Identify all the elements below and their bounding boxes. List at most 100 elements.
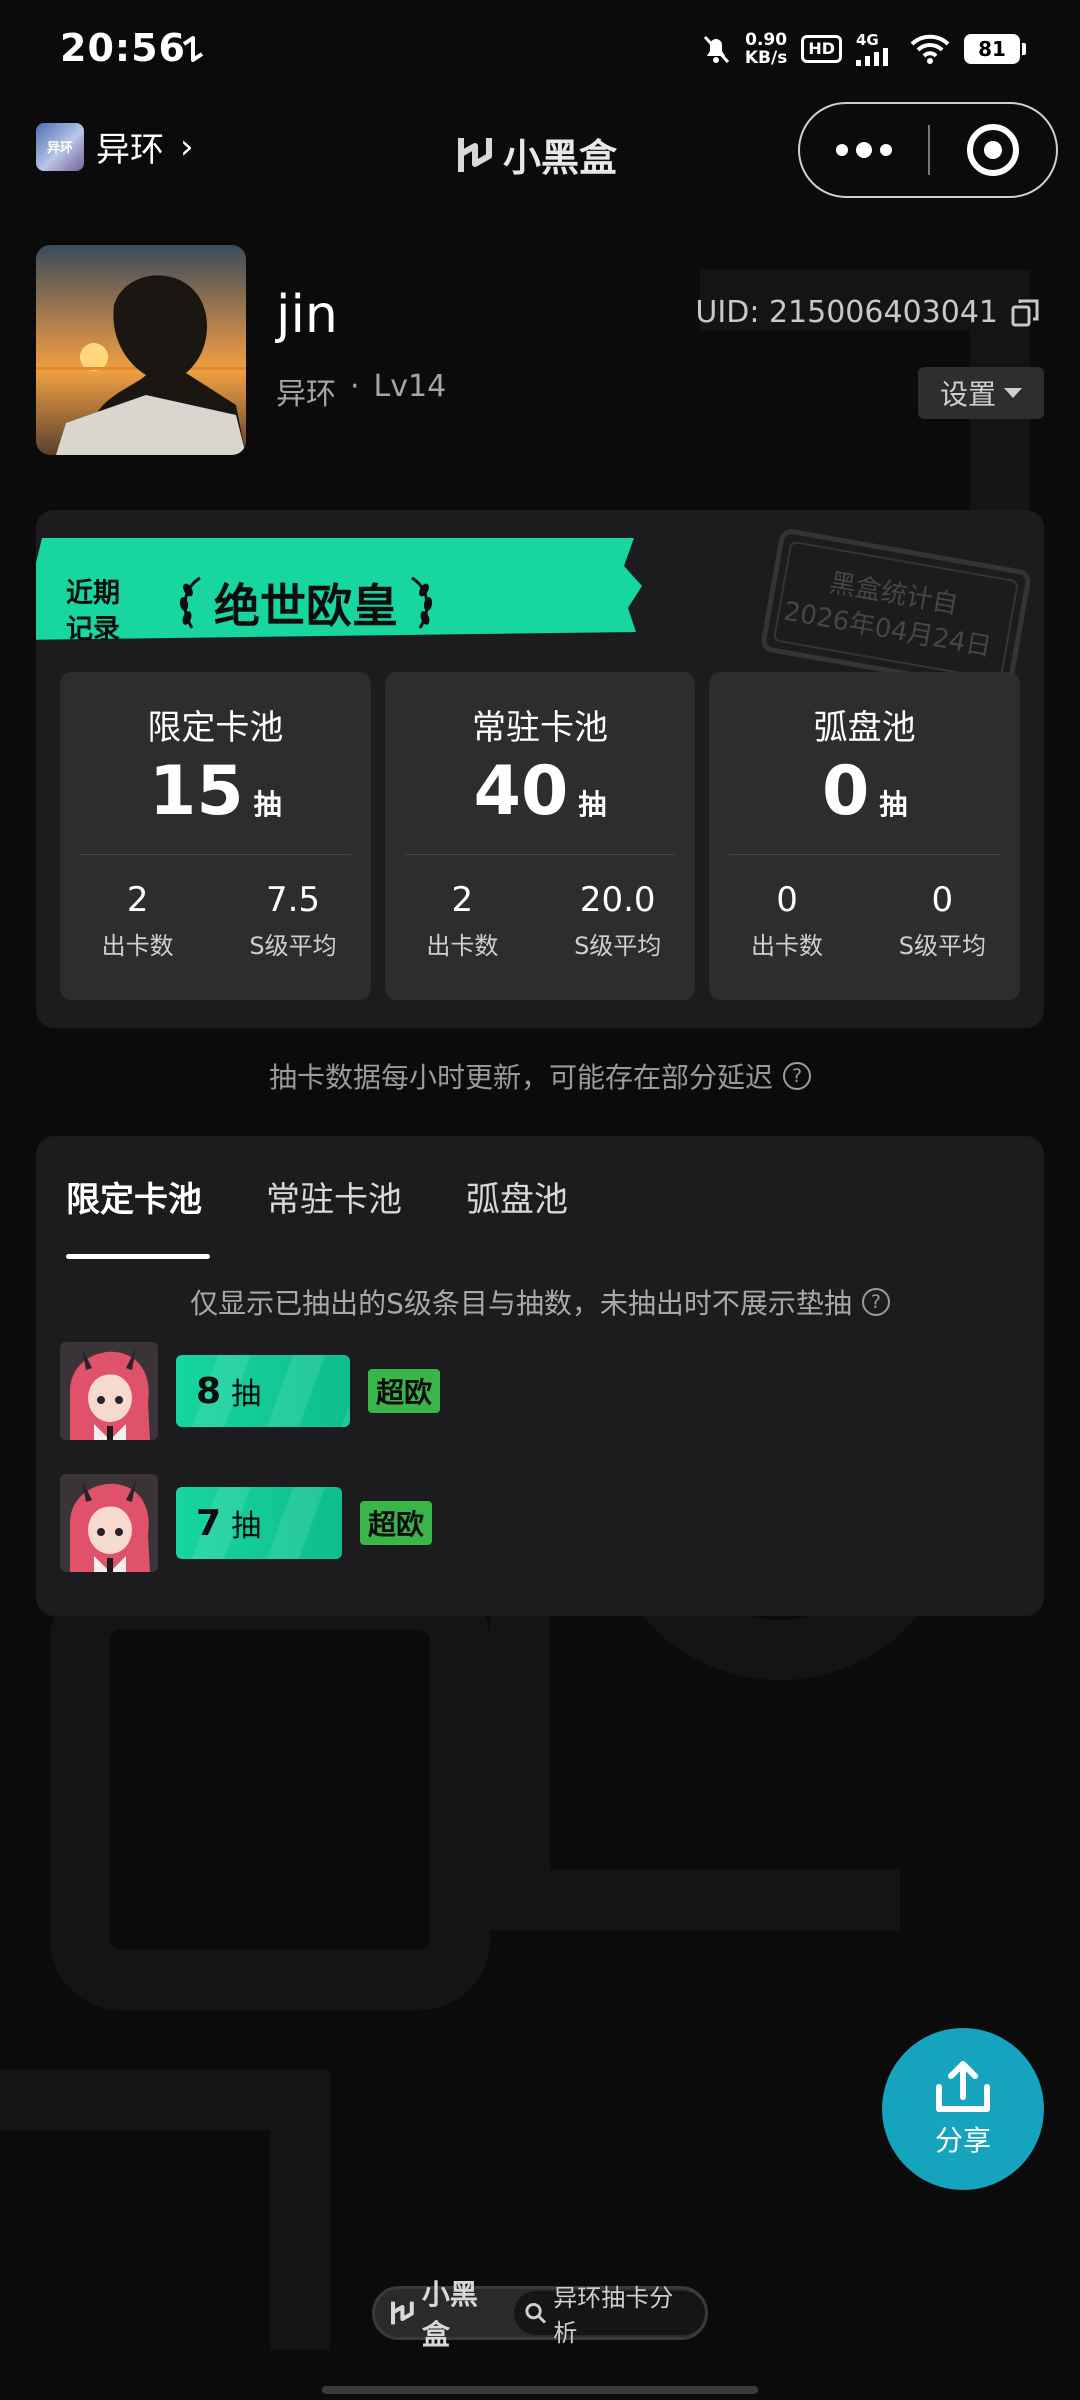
avg-label: S级平均 <box>574 932 662 960</box>
update-notice: 抽卡数据每小时更新，可能存在部分延迟 ? <box>0 1056 1080 1096</box>
pull-count-unit: 抽 <box>231 1377 262 1412</box>
uid-display: UID: 215006403041 <box>695 295 1040 330</box>
game-switcher[interactable]: 异环 异环 › <box>36 122 194 171</box>
avatar[interactable] <box>36 245 246 455</box>
cards-value: 2 <box>126 880 149 920</box>
speed-value: 0.90 <box>745 30 788 50</box>
miniprogram-capsule <box>798 102 1058 198</box>
search-icon <box>525 2302 547 2324</box>
ribbon-label: 近期 记录 <box>66 576 120 648</box>
app-logo-text: 小黑盒 <box>503 136 618 180</box>
share-label: 分享 <box>934 2124 991 2157</box>
laurel-left-icon <box>179 576 201 629</box>
copy-icon[interactable] <box>1010 298 1040 328</box>
cards-label: 出卡数 <box>426 932 499 960</box>
pool-count-unit: 抽 <box>578 788 607 821</box>
avg-value: 0 <box>931 880 954 920</box>
active-tab-indicator <box>66 1254 210 1259</box>
mute-bell-icon <box>703 35 729 64</box>
status-bar: 20:56 0.90 KB/s HD 4G 81 <box>0 0 1080 100</box>
signal-bars-icon <box>856 48 888 66</box>
pool-name: 限定卡池 <box>147 708 284 748</box>
pool-count-value: 15 <box>149 752 244 831</box>
pool-count-value: 40 <box>473 752 569 831</box>
pool-count-unit: 抽 <box>253 788 282 821</box>
character-avatar <box>60 1342 158 1440</box>
pool-name: 弧盘池 <box>813 708 916 748</box>
pull-row: 7 抽 超欧 <box>60 1474 433 1572</box>
avg-value: 20.0 <box>579 880 656 920</box>
more-button[interactable] <box>800 104 928 196</box>
record-title-text: 绝世欧皇 <box>214 579 398 633</box>
pull-count-bar: 7 抽 <box>176 1487 342 1559</box>
avg-value: 7.5 <box>265 880 321 920</box>
home-indicator[interactable] <box>322 2386 758 2394</box>
app-logo: 小黑盒 <box>455 127 617 182</box>
pool-pull-count: 15 抽 <box>60 752 371 831</box>
divider <box>729 854 1001 855</box>
cards-label: 出卡数 <box>751 932 824 960</box>
ribbon-label-line2: 记录 <box>66 614 120 645</box>
laurel-right-icon <box>411 576 433 629</box>
nav-bar: 异环 异环 › 小黑盒 <box>0 100 1080 200</box>
cards-stat: 2 出卡数 <box>385 880 540 961</box>
heybox-logo-icon <box>458 137 492 172</box>
pool-pull-count: 0 抽 <box>709 752 1020 831</box>
pull-hint-text: 仅显示已抽出的S级条目与抽数，未抽出时不展示垫抽 <box>190 1287 852 1320</box>
game-icon: 异环 <box>36 122 84 171</box>
cards-value: 2 <box>451 880 474 920</box>
cards-label: 出卡数 <box>101 932 174 960</box>
speed-unit: KB/s <box>744 48 788 68</box>
tab-standard[interactable]: 常驻卡池 <box>266 1172 402 1221</box>
cellular-indicator: 4G <box>856 32 896 66</box>
heybox-logo-icon <box>391 2301 414 2325</box>
avg-stat: 20.0 S级平均 <box>540 880 695 961</box>
pull-row: 8 抽 超欧 <box>60 1342 441 1440</box>
help-icon[interactable]: ? <box>783 1062 811 1090</box>
network-speed: 0.90 KB/s <box>745 31 787 67</box>
share-upload-icon <box>936 2061 990 2112</box>
footer-search[interactable]: 异环抽卡分析 <box>514 2284 705 2347</box>
user-meta: 异环 · Lv14 <box>276 369 446 413</box>
meta-separator: · <box>350 369 360 404</box>
status-icons: 0.90 KB/s HD 4G 81 <box>701 26 1026 72</box>
footer-search-pill[interactable]: 小黑盒 异环抽卡分析 <box>372 2278 708 2351</box>
profile-header: jin 异环 · Lv14 UID: 215006403041 设置 <box>0 245 1080 465</box>
hd-badge: HD <box>801 35 842 63</box>
pull-hint: 仅显示已抽出的S级条目与抽数，未抽出时不展示垫抽 ? <box>36 1282 1044 1322</box>
pool-card-standard: 常驻卡池 40 抽 2 出卡数 20.0 S级平均 <box>384 672 696 1000</box>
pool-pull-count: 40 抽 <box>385 752 696 831</box>
cards-value: 0 <box>776 880 798 920</box>
pool-card-limited: 限定卡池 15 抽 2 出卡数 7.5 S级平均 <box>60 672 371 1000</box>
close-miniprogram-button[interactable] <box>930 104 1056 196</box>
chevron-right-icon: › <box>180 126 194 167</box>
avg-label: S级平均 <box>249 932 337 960</box>
character-avatar <box>60 1474 158 1572</box>
pool-tabs: 限定卡池 常驻卡池 弧盘池 <box>66 1172 568 1221</box>
avg-label: S级平均 <box>898 932 986 960</box>
avg-stat: 0 S级平均 <box>865 880 1020 961</box>
more-dot-icon <box>856 142 872 158</box>
settings-dropdown[interactable]: 设置 <box>918 367 1044 419</box>
pool-stats: 2 出卡数 20.0 S级平均 <box>385 880 696 961</box>
ribbon-label-line1: 近期 <box>66 578 120 609</box>
help-icon[interactable]: ? <box>861 1288 890 1316</box>
pool-name: 常驻卡池 <box>472 708 608 748</box>
pool-count-value: 0 <box>822 752 870 831</box>
recent-record-card: 黑盒统计自 2026年04月24日 近期 记录 绝世欧皇 限定卡池 15 抽 2… <box>36 510 1044 1028</box>
share-button[interactable]: 分享 <box>882 2028 1044 2190</box>
record-ribbon: 近期 记录 绝世欧皇 <box>36 538 656 645</box>
more-dot-icon <box>836 144 848 156</box>
pull-count-bar: 8 抽 <box>176 1355 350 1427</box>
avg-stat: 7.5 S级平均 <box>215 880 370 961</box>
luck-badge: 超欧 <box>368 1369 441 1413</box>
update-notice-text: 抽卡数据每小时更新，可能存在部分延迟 <box>268 1061 773 1094</box>
battery-indicator: 81 <box>964 34 1026 64</box>
settings-label: 设置 <box>939 378 996 411</box>
user-level: Lv14 <box>373 369 447 404</box>
tab-limited[interactable]: 限定卡池 <box>66 1172 202 1221</box>
game-name: 异环 <box>96 130 164 170</box>
pull-count-value: 8 <box>196 1370 222 1412</box>
user-game: 异环 <box>276 377 336 412</box>
tab-arc[interactable]: 弧盘池 <box>466 1172 568 1221</box>
